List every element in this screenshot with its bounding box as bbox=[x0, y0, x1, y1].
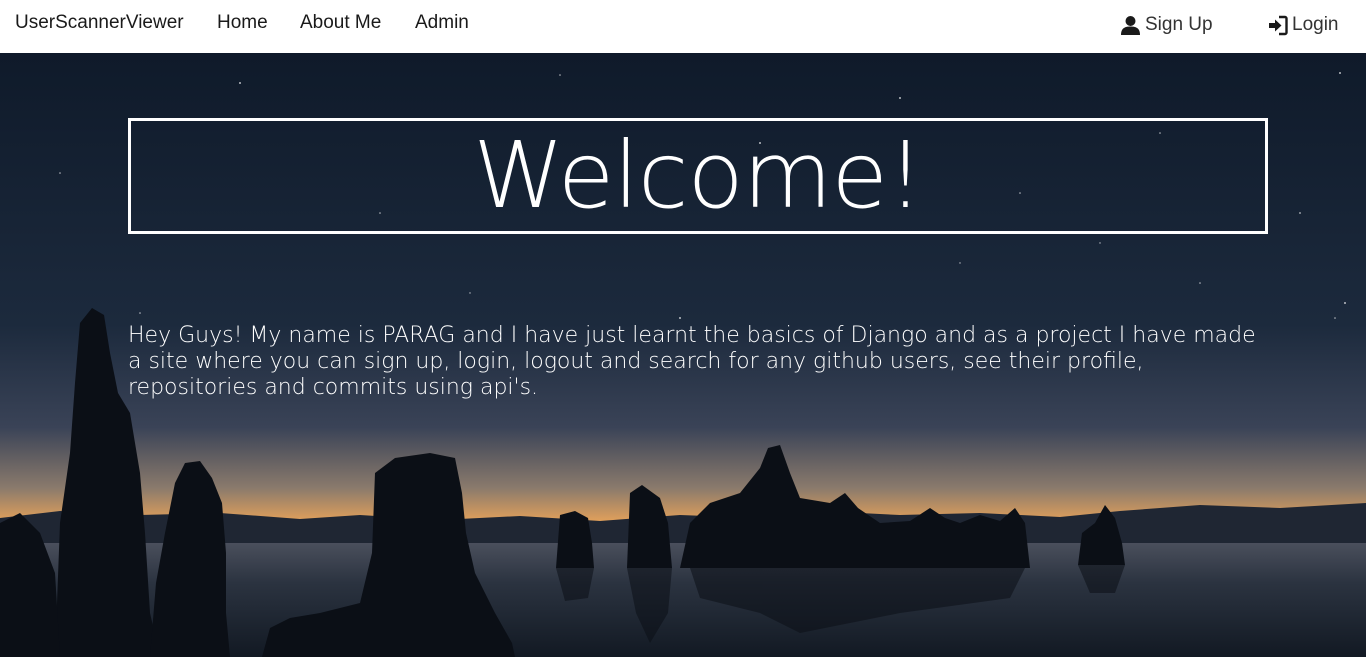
signup-link[interactable]: Sign Up bbox=[1120, 14, 1213, 36]
hero-section: Welcome! Hey Guys! My name is PARAG and … bbox=[0, 53, 1366, 657]
welcome-heading: Welcome! bbox=[473, 122, 924, 229]
login-link[interactable]: Login bbox=[1267, 14, 1339, 36]
login-icon bbox=[1267, 15, 1288, 36]
top-navbar: UserScannerViewer Home About Me Admin Si… bbox=[0, 0, 1366, 53]
brand-link[interactable]: UserScannerViewer bbox=[15, 12, 184, 34]
nav-about-link[interactable]: About Me bbox=[300, 12, 381, 34]
signup-label: Sign Up bbox=[1145, 14, 1213, 35]
login-label: Login bbox=[1292, 14, 1339, 35]
user-icon bbox=[1120, 15, 1141, 36]
intro-paragraph: Hey Guys! My name is PARAG and I have ju… bbox=[128, 323, 1256, 400]
nav-admin-link[interactable]: Admin bbox=[415, 12, 469, 34]
nav-home-link[interactable]: Home bbox=[217, 12, 268, 34]
welcome-banner: Welcome! bbox=[128, 118, 1268, 234]
